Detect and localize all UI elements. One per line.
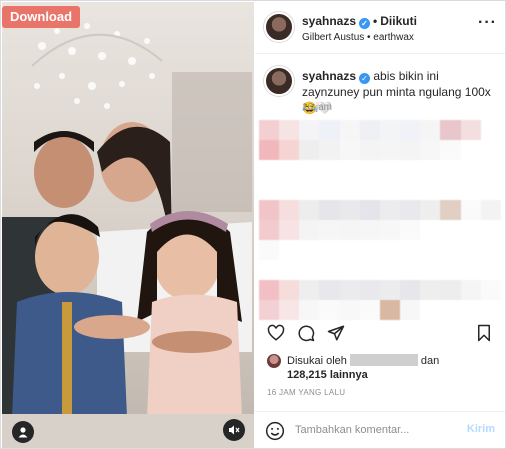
post-comment-button[interactable]: Kirim [467,423,495,435]
speaker-muted-icon [229,425,240,435]
post-dialog: Download syahnazs ✓ • Diikuti Gilbert Austu… [0,0,506,449]
mute-toggle-button[interactable] [223,419,245,441]
post-sidebar: syahnazs ✓ • Diikuti Gilbert Austus • earth… [255,2,505,448]
redacted-username [349,354,418,366]
comment-box: Kirim [255,411,505,448]
post-date: 16 JAM YANG LALU [267,388,346,397]
liked-by-line: Disukai oleh dan [287,354,439,367]
ellipsis-icon[interactable]: ··· [478,14,497,32]
action-bar [255,320,505,348]
user-icon [18,427,28,438]
caption-username[interactable]: syahnazs [302,69,356,83]
heart-icon[interactable] [265,322,287,344]
author-username[interactable]: syahnazs [302,14,356,28]
liked-by-suffix: dan [420,355,440,367]
blurred-comments [259,200,501,260]
comment-icon[interactable] [295,322,317,344]
caption-author-avatar[interactable] [264,66,294,96]
author-avatar[interactable] [264,12,294,42]
audio-info-link[interactable]: Gilbert Austus • earthwax [302,32,414,43]
caption-timestamp: 16 jam [302,102,333,113]
download-button[interactable]: Download [2,6,80,28]
blurred-comments [259,280,501,320]
verified-badge-icon: ✓ [359,18,371,29]
likes-count-link[interactable]: 128,215 lainnya [287,369,368,381]
verified-badge-icon: ✓ [359,73,371,84]
liked-by-prefix: Disukai oleh [287,355,347,367]
post-header: syahnazs ✓ • Diikuti Gilbert Austus • earth… [255,2,505,54]
following-button[interactable]: Diikuti [380,14,417,28]
send-icon[interactable] [325,322,347,344]
bookmark-icon[interactable] [473,322,495,344]
tagged-users-button[interactable] [12,421,34,443]
comment-input[interactable] [295,422,455,438]
blurred-comments [259,120,501,160]
liker-avatar[interactable] [267,354,281,368]
smiley-icon[interactable] [265,421,285,441]
author-line: syahnazs ✓ • Diikuti [302,14,417,29]
post-video[interactable]: Download [2,2,254,448]
separator-dot: • [373,14,378,28]
family-photo [2,122,254,448]
